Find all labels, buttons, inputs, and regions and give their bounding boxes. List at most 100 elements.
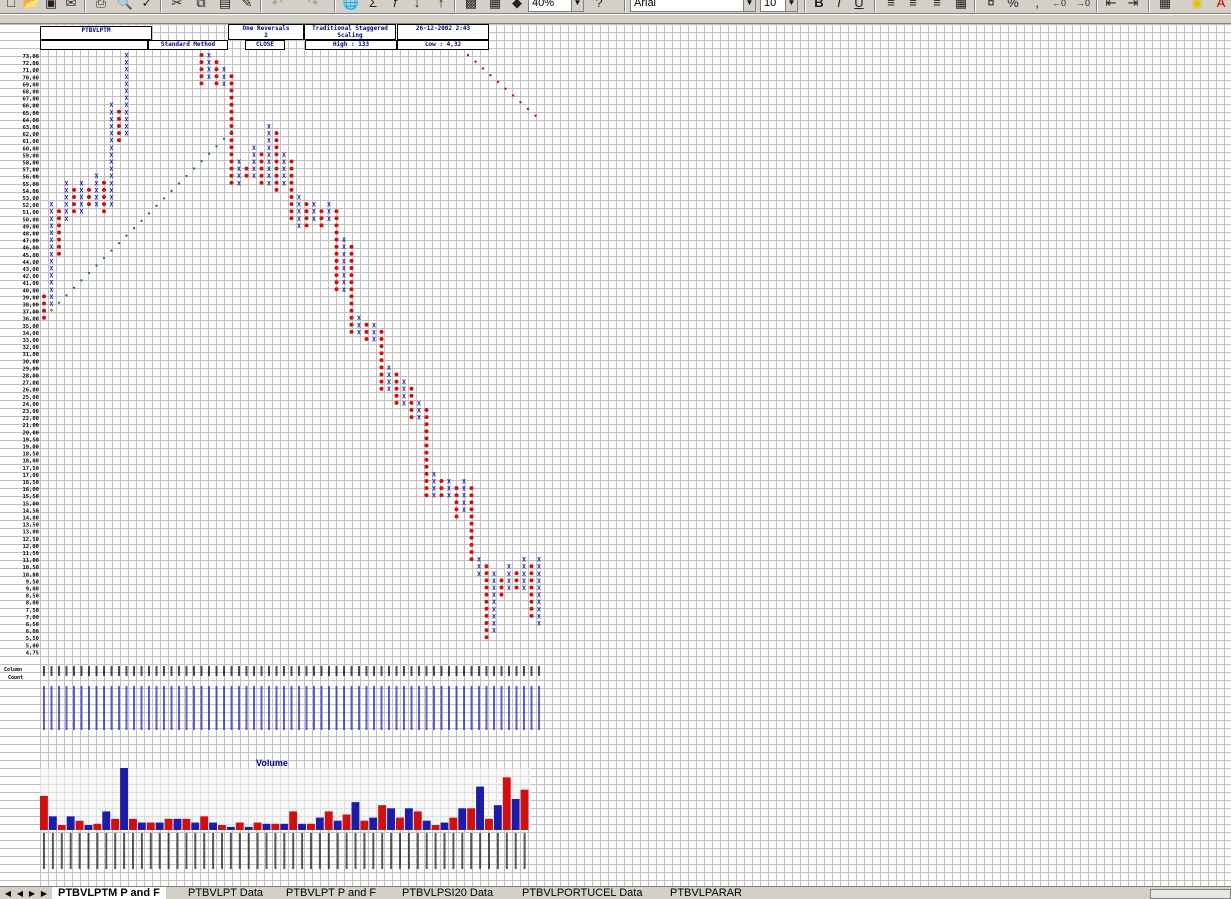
volume-date-tick <box>105 833 108 869</box>
x-column: XXXXX <box>297 194 301 230</box>
price-label: 7,00 <box>26 615 39 621</box>
trend-dot <box>80 279 83 282</box>
column-count-tick <box>260 666 263 676</box>
column-date-tick <box>118 686 120 730</box>
volume-bar <box>511 799 520 830</box>
column-count-tick <box>388 666 390 676</box>
price-label: 18,00 <box>22 459 39 465</box>
horizontal-scrollbar[interactable] <box>1150 889 1231 899</box>
o-column <box>117 109 121 143</box>
price-label: 65,00 <box>22 111 39 117</box>
price-label: 55,00 <box>22 182 39 188</box>
last-sheet-icon[interactable]: ▶ <box>38 887 50 899</box>
o-column <box>229 74 234 185</box>
x-column: XXX <box>327 201 331 223</box>
count-row-label: Count <box>8 675 23 681</box>
x-column: XXXXXXXXXXXXXXX <box>110 101 114 208</box>
x-column: XXXXXXXXXXXX <box>125 52 129 138</box>
x-box: X <box>507 584 511 592</box>
trend-dot <box>534 114 537 117</box>
o-box <box>469 535 474 540</box>
price-label: 16,50 <box>22 480 39 486</box>
price-label: 20,00 <box>22 430 39 436</box>
price-label: 72,00 <box>22 61 39 67</box>
sheet-tab-ptbvlpt-data[interactable]: PTBVLPT Data <box>182 887 269 899</box>
column-count-tick <box>95 666 98 676</box>
price-label: 8,50 <box>26 594 39 600</box>
column-count-tick <box>65 666 68 676</box>
o-box <box>364 329 369 334</box>
o-column <box>42 294 46 320</box>
o-box <box>529 606 534 611</box>
column-count-tick <box>470 666 473 676</box>
o-box <box>394 379 399 384</box>
o-column <box>529 564 534 618</box>
sheet-tab-ptbvlparar[interactable]: PTBVLPARAR <box>664 887 748 899</box>
column-count-tick <box>298 666 300 676</box>
price-label: 14,50 <box>22 508 39 514</box>
column-count-tick <box>275 666 278 676</box>
o-box <box>379 329 384 334</box>
volume-date-tick <box>256 833 259 869</box>
o-box <box>214 67 219 72</box>
column-date-tick <box>200 686 203 730</box>
o-box <box>334 230 339 235</box>
o-box <box>274 187 279 192</box>
volume-date-tick <box>354 833 357 869</box>
sheet-tab-ptbvlptm-pnf[interactable]: PTBVLPTM P and F <box>52 887 166 899</box>
volume-date-tick <box>78 833 81 869</box>
column-date-tick <box>485 686 488 730</box>
column-date-tick <box>365 686 368 730</box>
prev-sheet-icon[interactable]: ◀ <box>14 887 26 899</box>
column-count-tick <box>343 666 345 676</box>
sheet-tab-ptbvlpt-pnf[interactable]: PTBVLPT P and F <box>280 887 383 899</box>
column-date-tick <box>403 686 405 730</box>
column-row-label: Column <box>4 667 22 673</box>
o-box <box>529 613 534 618</box>
price-label: 69,00 <box>22 82 39 88</box>
column-count-tick <box>523 666 525 676</box>
o-box <box>42 308 46 313</box>
o-box <box>72 187 76 192</box>
price-label: 53,00 <box>22 196 39 202</box>
volume-date-labels <box>43 833 526 869</box>
column-date-tick <box>493 686 495 730</box>
sheet-tab-ptbvlportucel-data[interactable]: PTBVLPORTUCEL Data <box>516 887 649 899</box>
o-box <box>229 109 234 114</box>
volume-date-tick <box>399 833 401 869</box>
o-box <box>349 251 354 256</box>
x-column: XXXXXXXXX <box>267 123 271 188</box>
volume-date-tick <box>238 833 241 869</box>
volume-bar <box>164 818 173 830</box>
column-date-tick <box>410 686 413 730</box>
x-box: X <box>327 215 331 223</box>
o-box <box>334 244 339 249</box>
first-sheet-icon[interactable]: ◀ <box>2 887 14 899</box>
o-box <box>229 152 234 157</box>
volume-date-tick <box>461 833 464 869</box>
o-box <box>42 294 46 299</box>
column-date-tick <box>178 686 180 730</box>
next-sheet-icon[interactable]: ▶ <box>26 887 38 899</box>
o-box <box>102 180 106 185</box>
volume-bar <box>120 768 128 830</box>
price-label: 5,50 <box>26 636 39 642</box>
o-box <box>274 159 279 164</box>
volume-date-tick <box>221 833 223 869</box>
volume-date-tick <box>407 833 410 869</box>
x-box: X <box>342 286 346 294</box>
o-box <box>304 216 309 221</box>
volume-date-tick <box>363 833 366 869</box>
trend-dot <box>511 94 515 97</box>
o-box <box>42 301 46 306</box>
o-box <box>117 109 121 114</box>
column-count-tick <box>538 666 540 676</box>
o-box <box>379 379 384 384</box>
x-box: X <box>80 208 84 216</box>
x-column: XXXX <box>237 158 241 187</box>
trend-dot <box>526 107 530 111</box>
o-column <box>87 187 91 207</box>
price-label: 49,00 <box>22 224 39 230</box>
volume-date-tick <box>425 833 428 869</box>
sheet-tab-ptbvlpsi20-data[interactable]: PTBVLPSI20 Data <box>396 887 500 899</box>
